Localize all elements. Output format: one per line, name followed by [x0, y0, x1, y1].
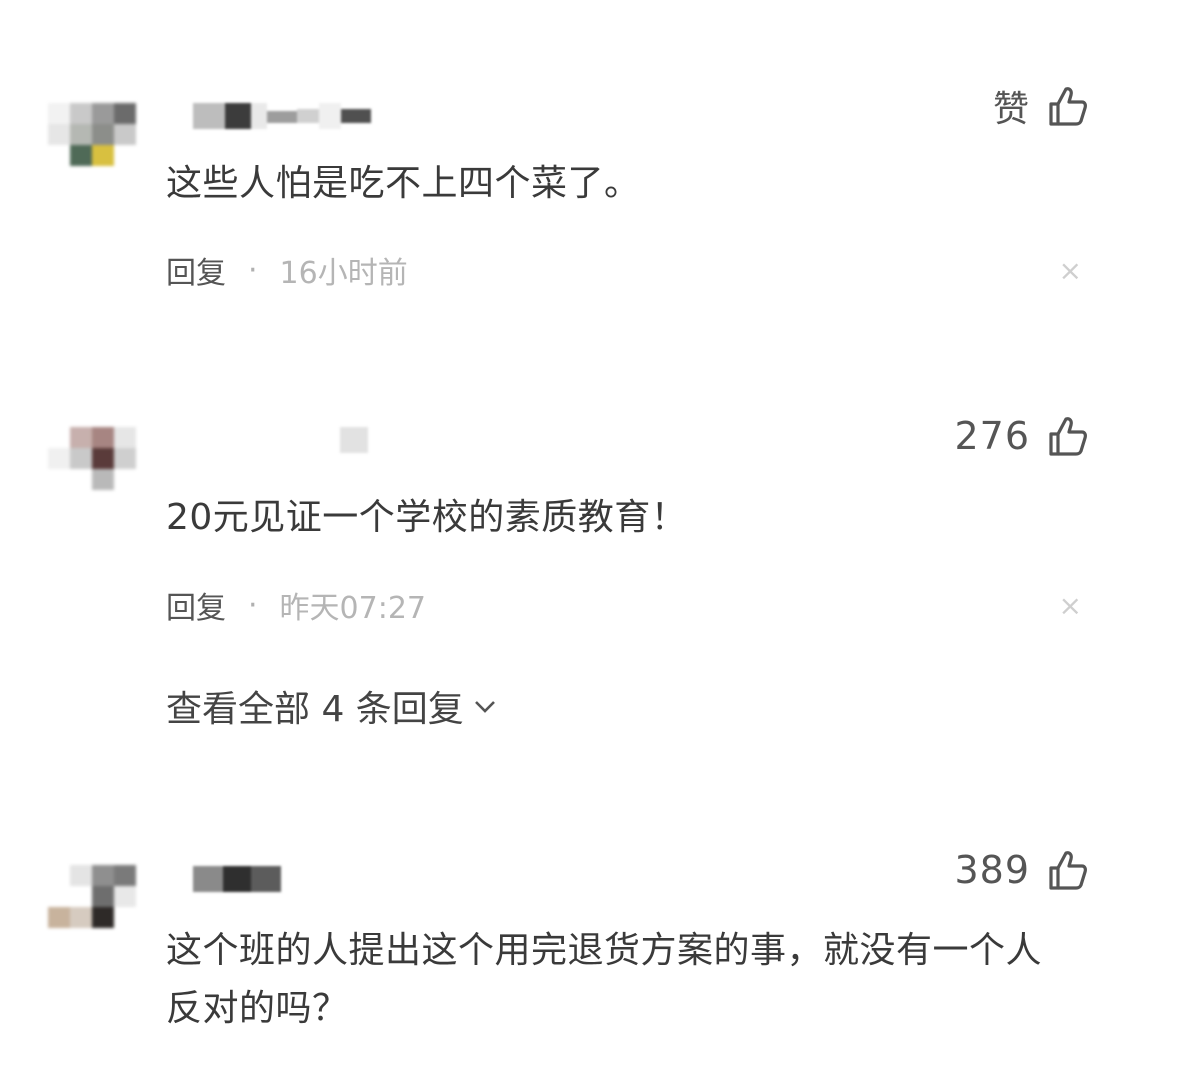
comment-text: 这些人怕是吃不上四个菜了。 [166, 163, 641, 204]
comment-text: 20元见证一个学校的素质教育！ [166, 497, 688, 538]
comment-meta: 回复 · 16小时前 [166, 248, 408, 292]
like-count: 389 [954, 848, 1030, 892]
username[interactable] [193, 866, 281, 892]
reply-button[interactable]: 回复 [166, 583, 226, 627]
close-icon[interactable]: × [1059, 589, 1082, 622]
thumbs-up-icon [1049, 417, 1087, 456]
thumbs-up-icon [1049, 87, 1087, 126]
timestamp: 昨天07:27 [279, 591, 427, 626]
timestamp: 16小时前 [279, 256, 408, 291]
comment-text: 这个班的人提出这个用完退货方案的事，就没有一个人反对的吗？ [166, 930, 1043, 1029]
comment-meta: 回复 · 昨天07:27 [166, 583, 426, 627]
like-button[interactable]: 赞 [993, 80, 1088, 132]
like-button[interactable]: 276 [954, 414, 1088, 458]
avatar[interactable] [48, 427, 136, 490]
chevron-down-icon [474, 701, 495, 713]
avatar[interactable] [48, 103, 136, 166]
username[interactable] [340, 427, 368, 453]
like-label: 赞 [992, 89, 1030, 130]
meta-separator: · [248, 587, 258, 623]
username[interactable] [193, 103, 371, 129]
meta-separator: · [248, 252, 258, 288]
like-count: 276 [954, 414, 1030, 458]
view-all-replies-label: 查看全部 4 条回复 [166, 689, 464, 730]
close-icon[interactable]: × [1059, 254, 1082, 287]
reply-button[interactable]: 回复 [166, 248, 226, 292]
thumbs-up-icon [1049, 851, 1087, 890]
like-button[interactable]: 389 [954, 848, 1088, 892]
avatar[interactable] [48, 865, 136, 928]
view-all-replies-button[interactable]: 查看全部 4 条回复 [166, 680, 498, 732]
